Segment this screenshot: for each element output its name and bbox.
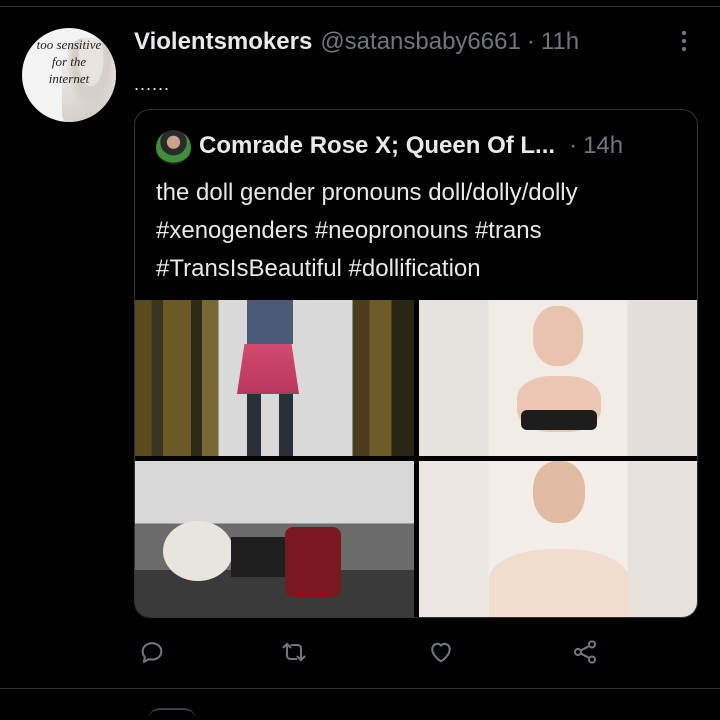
tweet-text: ...... [134,74,171,94]
image-detail [285,527,341,597]
image-detail [231,537,287,577]
divider-bottom [0,688,720,689]
timestamp[interactable]: 11h [541,28,579,56]
share-icon [573,640,597,664]
display-name[interactable]: Violentsmokers [134,28,312,56]
image-detail [163,521,233,581]
like-button[interactable] [423,634,459,670]
tweet-header: Violentsmokers @satansbaby6661 · 11h [134,28,579,58]
image-detail [247,394,293,456]
separator-dot: · [569,132,578,159]
reply-icon [141,642,163,663]
image-detail [237,344,299,394]
image-detail [533,461,585,523]
quoted-text-line: #xenogenders #neopronouns #trans [156,217,542,244]
share-button[interactable] [567,634,603,670]
image-detail [521,410,597,430]
quoted-text-line: the doll gender pronouns doll/dolly/doll… [156,179,578,206]
quoted-display-name[interactable]: Comrade Rose X; Queen Of L... [199,132,555,160]
media-image-4[interactable] [419,461,697,617]
quoted-timestamp[interactable]: 14h [583,132,623,160]
quoted-avatar[interactable] [156,130,191,165]
image-detail [247,300,293,344]
more-dots-icon[interactable] [672,28,696,54]
divider-top [0,6,720,7]
quoted-tweet-text: the doll gender pronouns doll/dolly/doll… [156,174,681,288]
media-image-1[interactable] [135,300,414,456]
tweet-actions [134,634,614,674]
user-handle[interactable]: @satansbaby6661 [320,28,521,56]
media-grid [135,300,697,617]
quoted-text-line: #TransIsBeautiful #dollification [156,255,481,282]
quoted-tweet-card[interactable]: Comrade Rose X; Queen Of L... · 14h the … [134,109,698,618]
image-detail [489,549,629,617]
avatar-caption: too sensitive for the internet [36,37,102,86]
quoted-tweet-header: Comrade Rose X; Queen Of L... · 14h [199,130,623,162]
like-icon [431,642,451,663]
avatar[interactable]: too sensitive for the internet [22,28,116,122]
media-image-3[interactable] [135,461,414,617]
media-image-2[interactable] [419,300,697,456]
separator-dot: · [526,28,535,55]
image-detail [533,306,583,366]
retweet-icon [282,642,306,662]
reply-button[interactable] [134,634,170,670]
retweet-button[interactable] [276,634,312,670]
next-tweet-avatar [148,708,196,720]
